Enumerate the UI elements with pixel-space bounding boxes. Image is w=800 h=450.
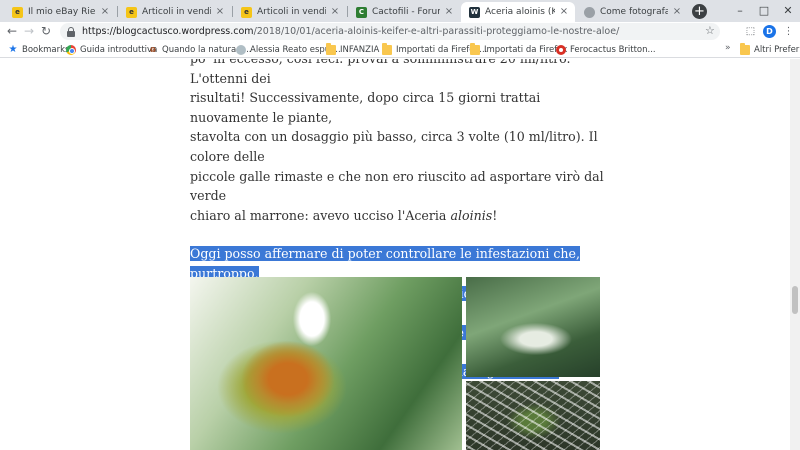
minimize-icon[interactable]: – — [728, 0, 752, 22]
tab-come-fotografare[interactable]: Come fotografare lo sch... × — [576, 2, 688, 22]
star-icon: ★ — [8, 43, 18, 55]
article-line: stavolta con un dosaggio più basso, circ… — [190, 129, 598, 164]
close-icon[interactable]: × — [100, 7, 110, 17]
tab-ebay-riepilogo[interactable]: e Il mio eBay Riepilogo × — [4, 2, 116, 22]
chrome-icon — [66, 44, 76, 55]
url-text[interactable]: https://blogcactusco.wordpress.com/2018/… — [82, 26, 619, 37]
tab-title: Articoli in vendita da jos... — [257, 7, 326, 17]
lock-icon[interactable] — [67, 26, 75, 37]
tab-title: Articoli in vendita da 11... — [142, 7, 211, 17]
article-text: chiaro al marrone: avevo ucciso l'Aceria — [190, 207, 451, 223]
nature-icon: ɷ — [149, 44, 157, 55]
url-path: /2018/10/01/aceria-aloinis-keifer-e-altr… — [253, 26, 620, 37]
photo-gallery — [190, 277, 600, 450]
article-paragraph: po' in eccesso, così feci: provai a somm… — [190, 59, 605, 225]
article-line: risultati! Successivamente, dopo circa 1… — [190, 90, 541, 125]
back-icon[interactable]: ← — [5, 24, 19, 38]
article-line: piccole galle rimaste e che non ero rius… — [190, 168, 604, 204]
maximize-icon[interactable]: □ — [752, 0, 776, 22]
aloe-gall-photo[interactable] — [190, 277, 462, 450]
bookmark-label: Importati da Firefox — [484, 44, 568, 55]
tab-cactofili-forum[interactable]: C Cactofili - Forum di cact... × — [348, 2, 460, 22]
tab-articoli-vendita-1[interactable]: e Articoli in vendita da 11... × — [118, 2, 231, 22]
tab-articoli-vendita-2[interactable]: e Articoli in vendita da jos... × — [233, 2, 346, 22]
aloe-leaf-photo[interactable] — [466, 277, 600, 377]
bookmark-label: Ferocactus Britton... — [570, 44, 656, 55]
wordpress-icon: W — [469, 6, 480, 18]
bookmark-label: Altri Preferiti — [754, 44, 800, 55]
folder-icon — [382, 42, 392, 55]
close-icon[interactable]: × — [559, 7, 569, 17]
bookmark-label: Bookmarks — [22, 44, 70, 55]
folder-icon — [326, 42, 336, 55]
page-scrollbar[interactable] — [790, 59, 800, 450]
bookmark-label: Guida introduttiva — [80, 44, 158, 55]
folder-icon — [470, 42, 480, 55]
browser-toolbar: ← → ↻ https://blogcactusco.wordpress.com… — [0, 22, 800, 41]
article-text: ! — [492, 207, 498, 223]
bookmark-bookmarks[interactable]: ★ Bookmarks — [8, 43, 70, 56]
url-host: https://blogcactusco.wordpress.com — [82, 26, 254, 37]
close-window-icon[interactable]: ✕ — [776, 0, 800, 22]
person-icon — [236, 44, 246, 55]
profile-avatar[interactable]: D — [763, 25, 776, 38]
tab-aceria-aloinis[interactable]: W Aceria aloinis (Keifer) e a... × — [461, 2, 575, 22]
forward-icon[interactable]: → — [22, 24, 36, 38]
bookmark-ferocactus-britton[interactable]: Ferocactus Britton... — [556, 43, 656, 56]
new-tab-button[interactable]: + — [692, 4, 707, 19]
globe-icon — [584, 6, 595, 18]
bookmarks-bar: ★ Bookmarks Guida introduttiva ɷ Quando … — [0, 41, 800, 58]
bookmark-star-icon[interactable]: ☆ — [705, 24, 715, 37]
article-line: po' in eccesso, così feci: provai a somm… — [190, 59, 571, 86]
close-icon[interactable]: × — [672, 7, 682, 17]
bookmark-label: INFANZIA — [340, 44, 380, 55]
aloe-rosette-photo[interactable] — [466, 381, 600, 450]
extension-icon[interactable]: ⬚ — [744, 25, 757, 38]
ferocactus-icon — [556, 44, 566, 55]
cactofili-icon: C — [356, 6, 367, 18]
bookmark-guida-introduttiva[interactable]: Guida introduttiva — [66, 43, 157, 56]
close-icon[interactable]: × — [330, 7, 340, 17]
bookmark-altri-preferiti[interactable]: Altri Preferiti — [740, 42, 800, 56]
article-line: chiaro al marrone: avevo ucciso l'Aceria… — [190, 206, 605, 226]
tab-title: Il mio eBay Riepilogo — [28, 7, 96, 17]
bookmark-alessia-reato[interactable]: Alessia Reato espul... — [236, 43, 341, 56]
bookmark-importati-firefox-2[interactable]: Importati da Firefox — [470, 42, 568, 56]
article-italic-text: aloinis — [450, 207, 493, 223]
close-icon[interactable]: × — [444, 7, 454, 17]
reload-icon[interactable]: ↻ — [39, 24, 53, 38]
bookmark-infanzia[interactable]: INFANZIA — [326, 42, 380, 56]
menu-icon[interactable]: ⋮ — [782, 25, 795, 38]
tab-title: Come fotografare lo sch... — [600, 7, 668, 17]
close-icon[interactable]: × — [215, 7, 225, 17]
ebay-icon: e — [12, 6, 23, 18]
more-bookmarks-icon[interactable]: » — [725, 43, 731, 53]
address-bar[interactable]: https://blogcactusco.wordpress.com/2018/… — [60, 23, 720, 40]
scrollbar-thumb[interactable] — [792, 286, 798, 314]
ebay-icon: e — [241, 6, 252, 18]
ebay-icon: e — [126, 6, 137, 18]
folder-icon — [740, 42, 750, 55]
tab-title: Aceria aloinis (Keifer) e a... — [485, 7, 555, 17]
tab-strip: e Il mio eBay Riepilogo × e Articoli in … — [0, 0, 800, 22]
page-viewport[interactable]: po' in eccesso, così feci: provai a somm… — [0, 59, 790, 450]
tab-title: Cactofili - Forum di cact... — [372, 7, 440, 17]
